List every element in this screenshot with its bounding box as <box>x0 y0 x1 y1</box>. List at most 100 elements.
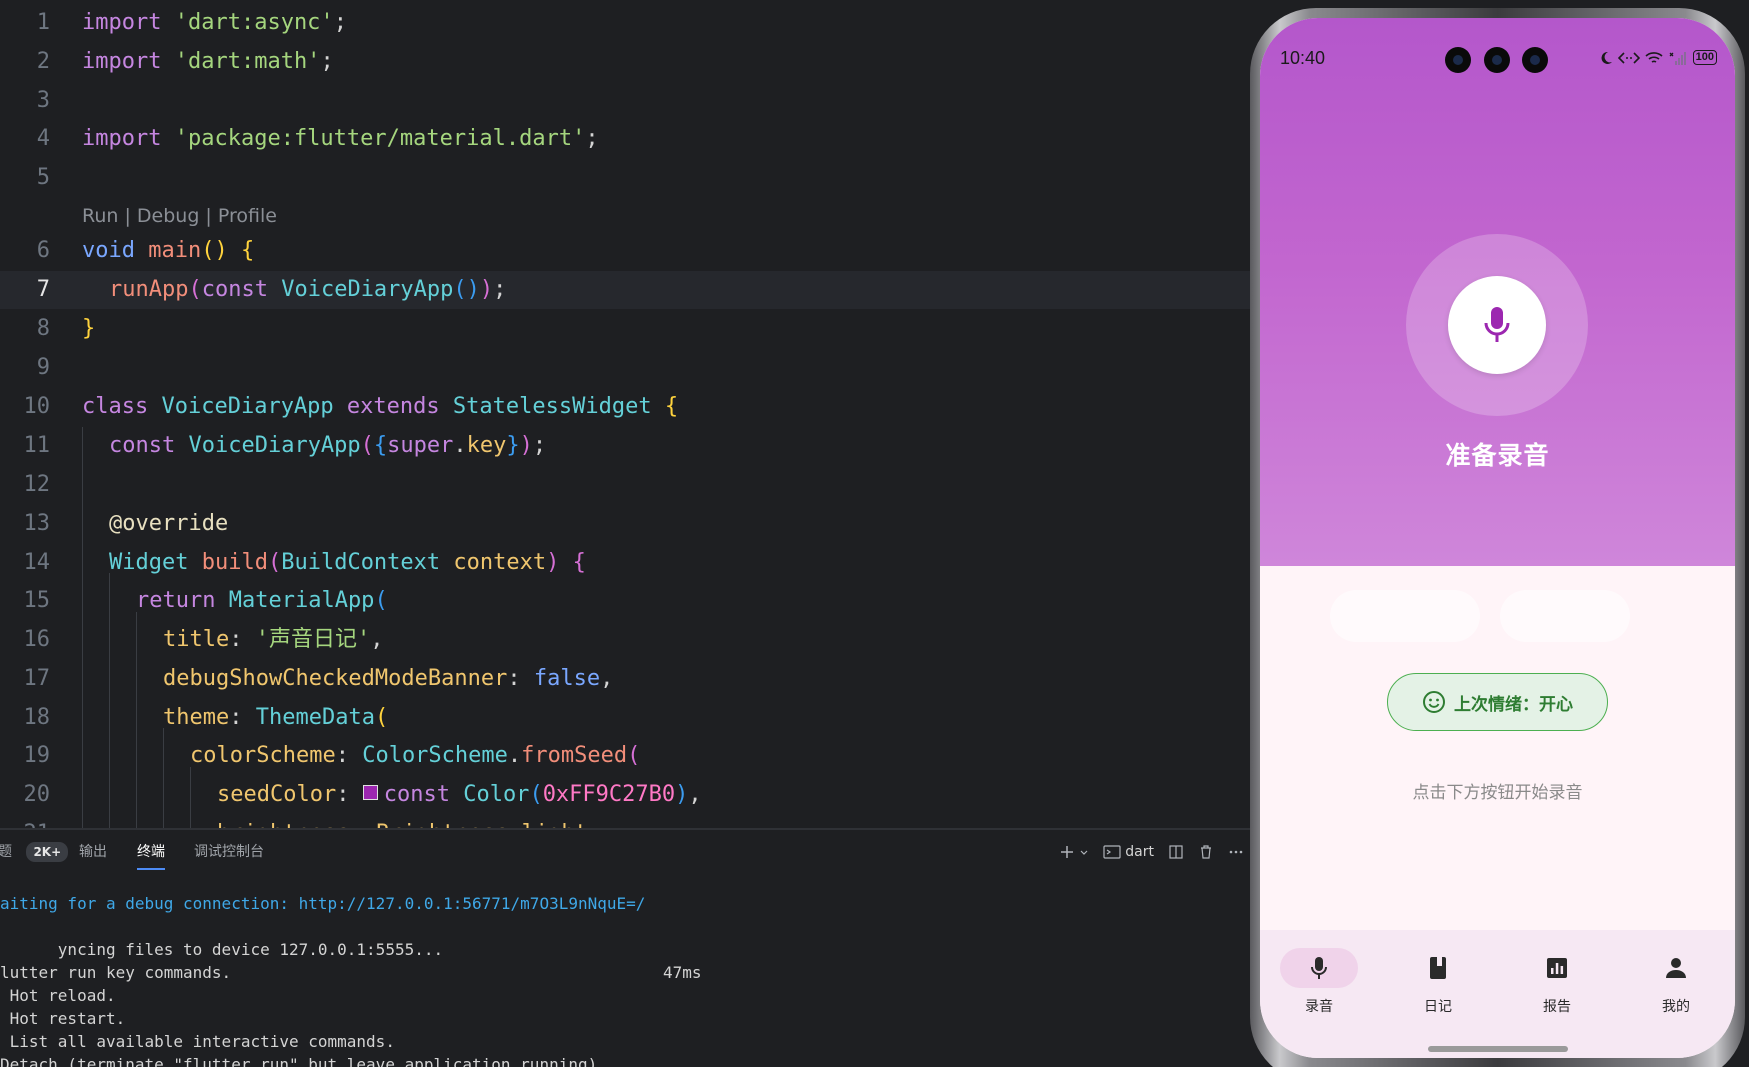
code-text: } <box>82 316 96 341</box>
code-text: theme: ThemeData( <box>163 705 389 730</box>
line-number: 13 <box>23 511 51 536</box>
line-number: 17 <box>23 666 51 691</box>
line-number: 11 <box>23 433 51 458</box>
record-button[interactable] <box>1448 276 1546 374</box>
plus-icon <box>1061 846 1074 858</box>
code-text: Widget build(BuildContext context) { <box>109 550 586 575</box>
nav-item-report[interactable]: 报告 <box>1498 948 1616 1038</box>
line-number: 21 <box>0 815 51 828</box>
camera-icon <box>1445 47 1471 73</box>
new-terminal-button[interactable] <box>1059 844 1089 860</box>
wifi-icon <box>1645 51 1663 63</box>
code-text: title: '声音日记', <box>163 627 384 652</box>
line-number: 12 <box>23 472 51 497</box>
code-line[interactable]: 15 return MaterialApp( <box>0 582 1250 620</box>
code-line[interactable]: 11 const VoiceDiaryApp({super.key}); <box>0 427 1250 465</box>
nav-label: 报告 <box>1543 999 1571 1015</box>
line-number: 3 <box>36 88 50 113</box>
terminal-line: yncing files to device 127.0.0.1:5555...… <box>57 940 702 982</box>
status-time: 10:40 <box>1280 48 1326 68</box>
code-editor[interactable]: 1 import 'dart:async'; 2 import 'dart:ma… <box>0 0 1250 828</box>
code-line[interactable]: 10 class VoiceDiaryApp extends Stateless… <box>0 388 1250 426</box>
battery-indicator: 100 <box>1692 50 1717 65</box>
nav-pill <box>1399 948 1477 988</box>
split-terminal-button[interactable] <box>1168 844 1184 860</box>
code-text: class VoiceDiaryApp extends StatelessWid… <box>82 394 679 419</box>
codelens-run-debug-profile[interactable]: Run | Debug | Profile <box>82 203 277 229</box>
code-line[interactable]: 14 Widget build(BuildContext context) { <box>0 544 1250 582</box>
terminal-line: Hot reload. <box>0 986 116 1005</box>
code-line[interactable]: 13 @override <box>0 505 1250 543</box>
code-text: seedColor: const Color(0xFF9C27B0), <box>217 782 702 807</box>
faded-chip <box>1330 590 1480 642</box>
code-line[interactable]: 12 <box>0 466 1250 504</box>
line-number: 1 <box>36 10 50 35</box>
ellipsis-icon <box>1229 850 1243 854</box>
line-number: 6 <box>36 238 50 263</box>
code-icon <box>1617 51 1640 64</box>
mic-icon <box>1311 957 1327 979</box>
home-indicator[interactable] <box>1428 1046 1568 1052</box>
nav-item-record[interactable]: 录音 <box>1260 948 1378 1038</box>
nav-item-me[interactable]: 我的 <box>1617 948 1735 1038</box>
code-line[interactable]: 19 colorScheme: ColorScheme.fromSeed( <box>0 737 1250 775</box>
line-number: 2 <box>36 49 50 74</box>
line-number: 4 <box>36 126 50 151</box>
shell-label: dart <box>1125 844 1154 860</box>
line-number: 9 <box>36 355 50 380</box>
code-line[interactable]: 20 seedColor: const Color(0xFF9C27B0), <box>0 776 1250 814</box>
panel-toolbar: dart <box>1059 830 1244 874</box>
mic-icon <box>1484 307 1510 342</box>
tab-problems[interactable]: 题 2K+ <box>0 830 69 874</box>
code-line[interactable]: 9 <box>0 349 1250 387</box>
nav-label: 日记 <box>1424 999 1452 1015</box>
code-line[interactable]: 16 title: '声音日记', <box>0 621 1250 659</box>
problems-count-badge: 2K+ <box>26 842 69 862</box>
tab-output[interactable]: 输出 <box>79 830 107 874</box>
line-number: 18 <box>23 705 51 730</box>
person-icon <box>1666 958 1686 978</box>
code-line[interactable]: 17 debugShowCheckedModeBanner: false, <box>0 660 1250 698</box>
code-text: runApp(const VoiceDiaryApp()); <box>109 277 507 302</box>
tab-terminal[interactable]: 终端 <box>137 830 165 874</box>
more-actions-button[interactable] <box>1228 844 1244 860</box>
code-line[interactable]: 1 import 'dart:async'; <box>0 4 1250 42</box>
line-number: 20 <box>23 782 51 807</box>
code-line[interactable]: 5 <box>0 159 1250 197</box>
code-text: import 'dart:async'; <box>82 10 347 35</box>
nav-label: 录音 <box>1305 999 1333 1015</box>
last-emotion-chip[interactable]: 上次情绪：开心 <box>1387 673 1608 731</box>
moon-icon <box>1601 51 1612 64</box>
tab-debug-console[interactable]: 调试控制台 <box>194 830 264 874</box>
nav-label: 我的 <box>1662 999 1690 1015</box>
status-bar: 10:40 100 <box>1260 18 1735 78</box>
book-icon <box>1430 957 1446 979</box>
code-text: debugShowCheckedModeBanner: false, <box>163 666 614 691</box>
nav-pill <box>1518 948 1596 988</box>
code-line[interactable]: 3 <box>0 82 1250 120</box>
code-line-current[interactable]: 7 runApp(const VoiceDiaryApp()); <box>0 271 1250 309</box>
record-status-text: 准备录音 <box>1445 441 1550 470</box>
code-line[interactable]: 8 } <box>0 310 1250 348</box>
terminal-shell-selector[interactable]: dart <box>1103 844 1154 860</box>
line-number: 14 <box>23 550 51 575</box>
code-text: return MaterialApp( <box>136 588 388 613</box>
line-number: 15 <box>23 588 51 613</box>
code-line[interactable]: 21 brightness: Brightness.light, <box>0 815 1250 828</box>
signal-icon <box>1669 51 1686 65</box>
status-icons: 100 <box>1599 50 1717 65</box>
color-swatch[interactable] <box>362 785 378 800</box>
code-line[interactable]: 2 import 'dart:math'; <box>0 43 1250 81</box>
terminal-line: aiting for a debug connection: http://12… <box>0 894 646 913</box>
nav-pill <box>1637 948 1715 988</box>
code-line[interactable]: 6 void main() { <box>0 232 1250 270</box>
last-emotion-label: 上次情绪：开心 <box>1454 694 1573 715</box>
code-text: void main() { <box>82 238 255 263</box>
terminal-icon <box>1103 845 1121 859</box>
nav-item-diary[interactable]: 日记 <box>1379 948 1497 1038</box>
chevron-down-icon <box>1080 850 1088 855</box>
code-line[interactable]: 18 theme: ThemeData( <box>0 699 1250 737</box>
code-text: @override <box>109 511 229 536</box>
code-line[interactable]: 4 import 'package:flutter/material.dart'… <box>0 120 1250 158</box>
kill-terminal-button[interactable] <box>1198 844 1214 860</box>
